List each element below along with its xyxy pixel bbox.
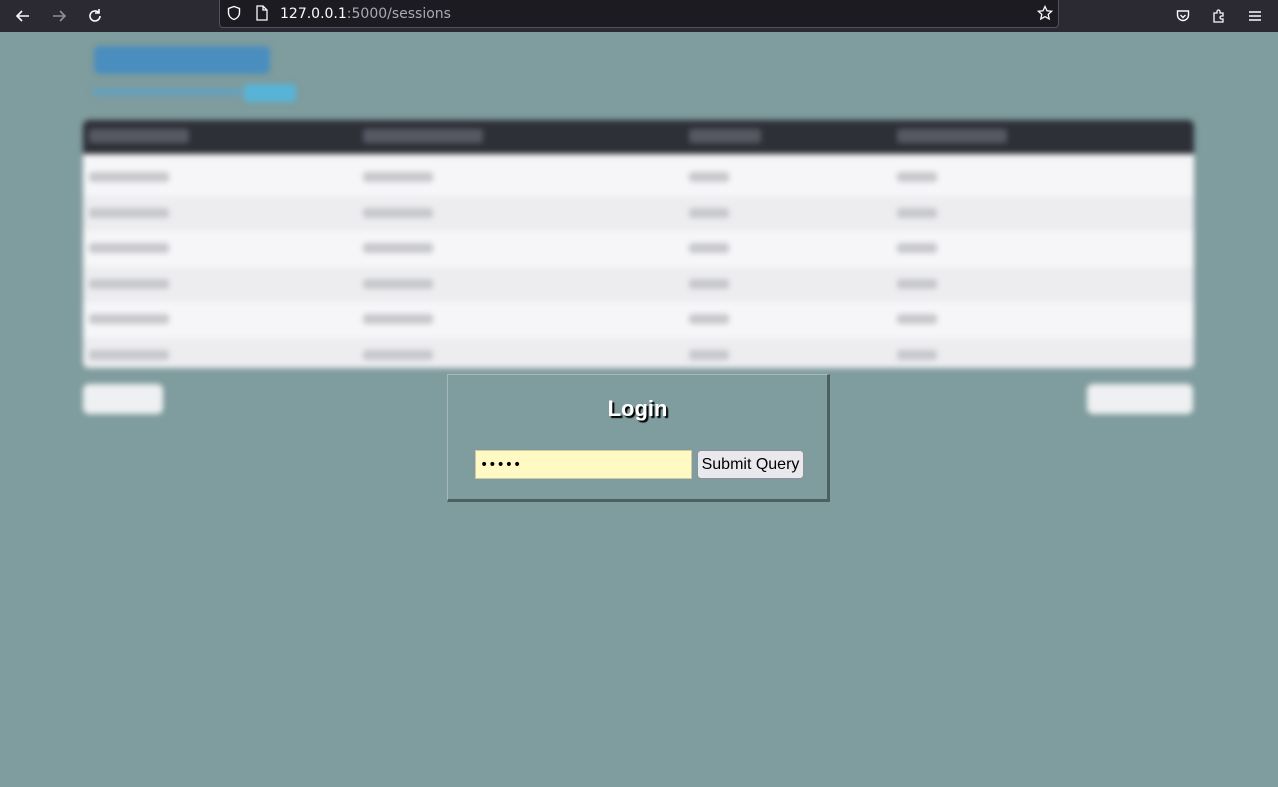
table-row [83, 231, 1194, 267]
url-text[interactable]: 127.0.0.1:5000/sessions [280, 6, 451, 22]
column-header [689, 129, 761, 143]
table-row [83, 195, 1194, 231]
logo-tag [244, 84, 296, 102]
login-modal: Login Submit Query [447, 374, 830, 502]
forward-icon[interactable] [47, 4, 71, 28]
table-header [83, 120, 1194, 154]
logo-mark [92, 40, 297, 90]
bookmark-star-icon[interactable] [1036, 4, 1054, 26]
blurred-right-button [1087, 384, 1193, 414]
shield-icon[interactable] [226, 5, 242, 26]
logo-subline [92, 88, 242, 96]
sessions-table [83, 120, 1194, 368]
page-icon[interactable] [255, 5, 269, 26]
table-row [83, 302, 1194, 338]
pocket-icon[interactable] [1171, 4, 1195, 28]
address-bar[interactable]: 127.0.0.1:5000/sessions [219, 0, 1059, 28]
browser-toolbar: 127.0.0.1:5000/sessions [0, 0, 1278, 32]
column-header [363, 129, 483, 143]
table-row [83, 266, 1194, 302]
column-header [89, 129, 189, 143]
logo [92, 40, 297, 106]
menu-icon[interactable] [1243, 4, 1267, 28]
url-path: :5000/sessions [346, 6, 451, 22]
back-icon[interactable] [11, 4, 35, 28]
table-row [83, 160, 1194, 196]
reload-icon[interactable] [83, 4, 107, 28]
submit-query-button[interactable]: Submit Query [697, 450, 804, 479]
table-body [83, 160, 1194, 368]
table-row [83, 337, 1194, 368]
column-header [897, 129, 1007, 143]
extensions-icon[interactable] [1207, 4, 1231, 28]
password-input[interactable] [475, 450, 692, 479]
blurred-left-button [83, 384, 163, 414]
login-title: Login [607, 396, 668, 421]
url-host: 127.0.0.1 [280, 6, 347, 22]
